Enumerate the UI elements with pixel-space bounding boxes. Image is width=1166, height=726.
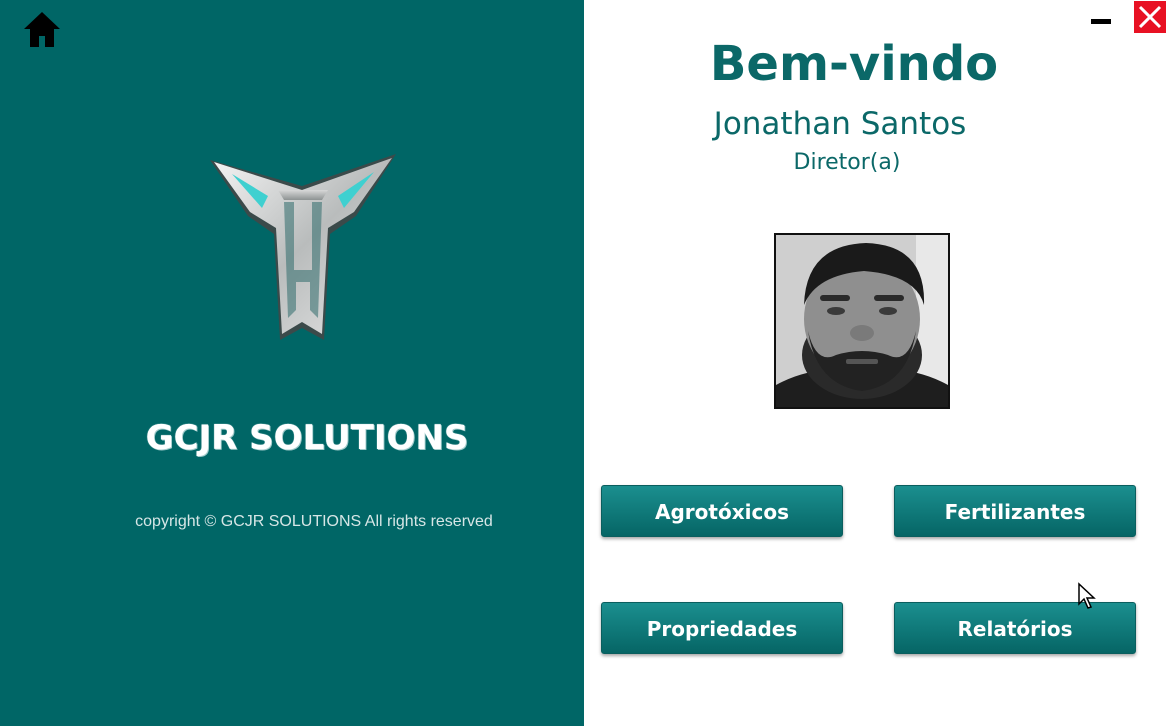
home-button[interactable] <box>22 9 62 49</box>
relatorios-button[interactable]: Relatórios <box>894 602 1136 654</box>
propriedades-button[interactable]: Propriedades <box>601 602 843 654</box>
mouse-pointer-icon <box>1078 582 1096 609</box>
fertilizantes-button[interactable]: Fertilizantes <box>894 485 1136 537</box>
user-photo <box>776 235 948 407</box>
minimize-button[interactable] <box>1089 12 1113 30</box>
copyright-text: copyright © GCJR SOLUTIONS All rights re… <box>135 513 493 530</box>
brand-name: GCJR SOLUTIONS <box>145 418 469 458</box>
welcome-title: Bem-vindo <box>709 36 999 92</box>
avatar <box>774 233 950 409</box>
main-window: GCJR SOLUTIONS copyright © GCJR SOLUTION… <box>0 0 1166 726</box>
user-role: Diretor(a) <box>793 150 901 175</box>
close-button[interactable] <box>1134 1 1166 33</box>
agrotoxicos-button[interactable]: Agrotóxicos <box>601 485 843 537</box>
minimize-icon <box>1091 19 1111 24</box>
home-icon <box>24 12 60 47</box>
brand-panel <box>0 0 584 726</box>
close-icon <box>1138 5 1162 29</box>
user-name: Jonathan Santos <box>713 106 967 142</box>
gcjr-logo <box>210 154 396 340</box>
